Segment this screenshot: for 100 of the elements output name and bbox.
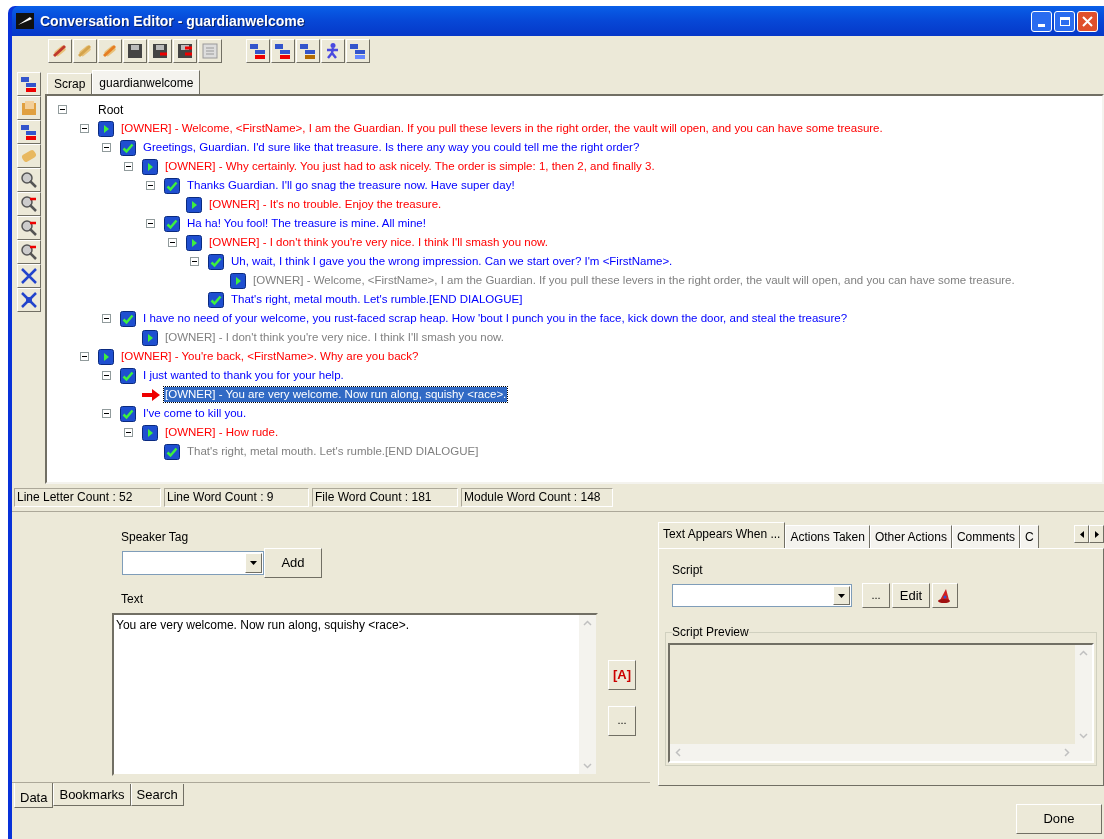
toolbar-button[interactable] — [16, 192, 41, 216]
script-dropdown[interactable] — [672, 584, 852, 607]
text-value: You are very welcome. Now run along, squishy <race>. — [115, 617, 411, 634]
expander-icon[interactable] — [102, 314, 111, 323]
tree-item[interactable]: Thanks Guardian. I'll go snag the treasure now. Have super day! — [186, 178, 516, 193]
field-label: Text — [121, 591, 144, 608]
window-title: Conversation Editor - guardianwelcome — [40, 11, 305, 31]
group-label: Script Preview — [672, 624, 749, 640]
tree-item[interactable]: [OWNER] - You are very welcome. Now run along, squishy <race>. — [164, 387, 508, 402]
toolbar-button[interactable] — [296, 39, 320, 63]
toolbar-button[interactable] — [73, 39, 97, 63]
edit-button[interactable]: Edit — [892, 583, 930, 608]
toolbar-button[interactable] — [16, 72, 41, 96]
tab[interactable]: Bookmarks — [53, 784, 131, 806]
tree-item[interactable]: [OWNER] - Why certainly. You just had to ask nicely. The order is simple: 1, then 2, and finally 3. — [164, 159, 656, 174]
speaker-token-button[interactable]: [A] — [608, 659, 636, 690]
toolbar-button[interactable] — [198, 39, 222, 63]
close-button[interactable] — [1077, 10, 1098, 32]
tab[interactable]: Text Appears When ... — [658, 522, 786, 548]
toolbar-button[interactable] — [16, 168, 41, 192]
toolbar-button[interactable] — [246, 39, 270, 63]
folder-icon — [19, 99, 38, 117]
toolbar-button[interactable] — [16, 216, 41, 240]
tree-icon — [299, 42, 317, 60]
speaker-tag-dropdown[interactable] — [122, 551, 264, 575]
tree-item[interactable]: I just wanted to thank you for your help. — [142, 368, 345, 383]
toolbar-button[interactable] — [148, 39, 172, 63]
maximize-button[interactable] — [1054, 10, 1075, 32]
tree-item[interactable]: I have no need of your welcome, you rust-faced scrap heap. How 'bout I punch you in the face, kick down the door, and steal the treasure? — [142, 311, 849, 326]
caret-icon — [838, 593, 845, 598]
field-label: Script — [672, 562, 704, 579]
tree-icon — [19, 123, 38, 141]
done-button[interactable]: Done — [1016, 804, 1102, 834]
tree-item[interactable]: Uh, wait, I think I gave you the wrong impression. Can we start over? I'm <FirstName>. — [230, 254, 674, 269]
add-button[interactable]: Add — [264, 548, 322, 578]
magnifier-icon — [19, 243, 38, 261]
tab[interactable]: Data — [14, 783, 54, 808]
tab[interactable]: guardianwelcome — [92, 70, 201, 94]
status-field: File Word Count : 181 — [312, 487, 458, 507]
tree-item[interactable]: That's right, metal mouth. Let's rumble.[END DIALOGUE] — [230, 292, 524, 307]
tree-item[interactable]: I've come to kill you. — [142, 406, 248, 421]
expander-icon[interactable] — [146, 181, 155, 190]
tree-item[interactable]: Ha ha! You fool! The treasure is mine. All mine! — [186, 216, 427, 231]
expander-icon[interactable] — [102, 409, 111, 418]
status-field: Line Word Count : 9 — [164, 487, 309, 507]
expander-icon[interactable] — [190, 257, 199, 266]
tree-item[interactable]: [OWNER] - I don't think you're very nice. I think I'll smash you now. — [208, 235, 549, 250]
expander-icon[interactable] — [168, 238, 177, 247]
tree-item[interactable]: That's right, metal mouth. Let's rumble.[END DIALOGUE] — [186, 444, 480, 459]
minimize-button[interactable] — [1031, 10, 1052, 32]
magnifier-icon — [19, 195, 38, 213]
tab[interactable]: Actions Taken — [785, 525, 870, 548]
more-button[interactable]: ... — [608, 705, 636, 736]
toolbar-button[interactable] — [123, 39, 147, 63]
toolbar-button[interactable] — [271, 39, 295, 63]
tab[interactable]: Scrap — [47, 73, 93, 94]
scroll-right-button[interactable] — [1089, 525, 1104, 543]
tree-item[interactable]: [OWNER] - It's no trouble. Enjoy the treasure. — [208, 197, 443, 212]
expander-icon[interactable] — [80, 352, 89, 361]
wizard-hat-icon — [937, 587, 953, 604]
tree-item[interactable]: [OWNER] - Welcome, <FirstName>, I am the Guardian. If you pull these levers in the right order, the vault will open, and you can have some treasure. — [252, 273, 1016, 288]
expander-icon[interactable] — [58, 105, 67, 114]
tab[interactable]: Comments — [951, 525, 1020, 548]
list-icon — [201, 42, 219, 60]
tree-icon — [249, 42, 267, 60]
browse-button[interactable]: ... — [862, 583, 890, 608]
toolbar-button[interactable] — [48, 39, 72, 63]
toolbar-button[interactable] — [16, 96, 41, 120]
app-logo-icon — [16, 13, 34, 29]
tree-item[interactable]: [OWNER] - Welcome, <FirstName>, I am the Guardian. If you pull these levers in the right order, the vault will open, and you can have some treasure. — [120, 121, 884, 136]
tree-item[interactable]: [OWNER] - How rude. — [164, 425, 280, 440]
toolbar-button[interactable] — [16, 120, 41, 144]
tree-icon — [274, 42, 292, 60]
expander-icon[interactable] — [146, 219, 155, 228]
toolbar-button[interactable] — [346, 39, 370, 63]
tab[interactable]: Search — [130, 784, 184, 806]
magnifier-icon — [19, 171, 38, 189]
tree-icon — [19, 75, 38, 93]
toolbar-button[interactable] — [16, 264, 41, 288]
left-arrow-icon — [1079, 530, 1084, 538]
toolbar-button[interactable] — [16, 240, 41, 264]
expander-icon[interactable] — [102, 371, 111, 380]
tab[interactable]: Other Actions — [869, 525, 952, 548]
status-field: Module Word Count : 148 — [461, 487, 613, 507]
toolbar-button[interactable] — [16, 144, 41, 168]
expander-icon[interactable] — [124, 428, 133, 437]
expander-icon[interactable] — [102, 143, 111, 152]
toolbar-button[interactable] — [321, 39, 345, 63]
tree-item[interactable]: [OWNER] - I don't think you're very nice. I think I'll smash you now. — [164, 330, 505, 345]
magnifier-icon — [19, 219, 38, 237]
wizard-button[interactable] — [932, 583, 958, 608]
tree-item[interactable]: Greetings, Guardian. I'd sure like that treasure. Is there any way you could tell me the right order? — [142, 140, 641, 155]
expander-icon[interactable] — [80, 124, 89, 133]
tree-item[interactable]: [OWNER] - You're back, <FirstName>. Why are you back? — [120, 349, 420, 364]
toolbar-button[interactable] — [173, 39, 197, 63]
tree-root[interactable]: Root — [98, 100, 124, 119]
expander-icon[interactable] — [124, 162, 133, 171]
toolbar-button[interactable] — [98, 39, 122, 63]
toolbar-button[interactable] — [16, 288, 41, 312]
scroll-left-button[interactable] — [1074, 525, 1089, 543]
